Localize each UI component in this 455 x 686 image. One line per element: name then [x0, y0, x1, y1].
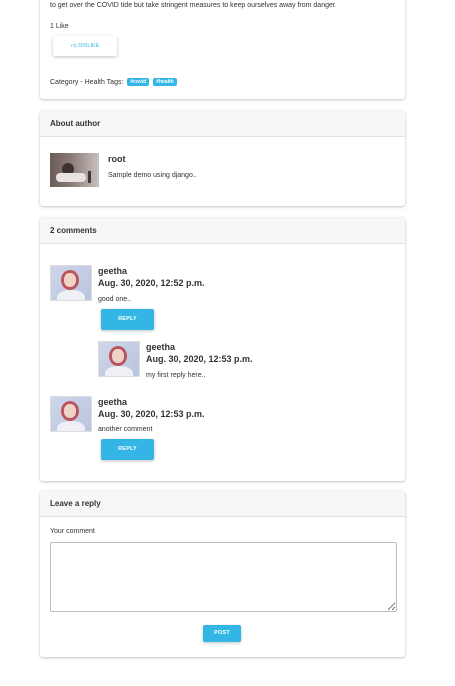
- comment-author: geetha: [98, 397, 128, 407]
- comment-date: Aug. 30, 2020, 12:52 p.m.: [98, 278, 205, 288]
- about-author-header: About author: [40, 111, 405, 137]
- author-bio: Sample demo using django..: [108, 172, 197, 179]
- post-text: to get over the COVID tide but take stri…: [50, 2, 337, 9]
- reply-form-header: Leave a reply: [40, 491, 405, 517]
- author-name: root: [108, 154, 126, 164]
- author-avatar: [50, 153, 99, 187]
- comments-card: 2 comments geetha Aug. 30, 2020, 12:52 p…: [40, 218, 405, 481]
- avatar: [50, 265, 92, 301]
- comments-header: 2 comments: [40, 218, 405, 244]
- about-author-card: About author root Sample demo using djan…: [40, 111, 405, 206]
- comment-textarea[interactable]: [50, 542, 397, 612]
- post-card: to get over the COVID tide but take stri…: [40, 0, 405, 99]
- comment-date: Aug. 30, 2020, 12:53 p.m.: [98, 409, 205, 419]
- comment-text: another comment: [98, 426, 153, 433]
- comment-author: geetha: [98, 266, 128, 276]
- reply-form-card: Leave a reply Your comment POST: [40, 491, 405, 657]
- avatar: [98, 341, 140, 377]
- dislike-label: DISLIKE: [78, 43, 100, 49]
- comment-date: Aug. 30, 2020, 12:53 p.m.: [146, 354, 253, 364]
- comment-text: my first reply here..: [146, 372, 206, 379]
- dislike-button[interactable]: 👎︎ DISLIKE: [53, 36, 117, 56]
- tag-health[interactable]: #health: [153, 78, 177, 86]
- comment-text: good one..: [98, 296, 132, 303]
- category-label: Category - Health Tags:: [50, 78, 124, 86]
- reply-button[interactable]: REPLY: [101, 309, 154, 330]
- category-line: Category - Health Tags: #covid #health: [50, 78, 177, 86]
- tag-covid[interactable]: #covid: [127, 78, 150, 86]
- like-count: 1 Like: [50, 23, 69, 30]
- thumbs-down-icon: 👎︎: [70, 43, 77, 49]
- reply-button[interactable]: REPLY: [101, 439, 154, 460]
- comment-author: geetha: [146, 342, 176, 352]
- avatar: [50, 396, 92, 432]
- post-button[interactable]: POST: [203, 625, 241, 642]
- comment-field-label: Your comment: [50, 528, 95, 535]
